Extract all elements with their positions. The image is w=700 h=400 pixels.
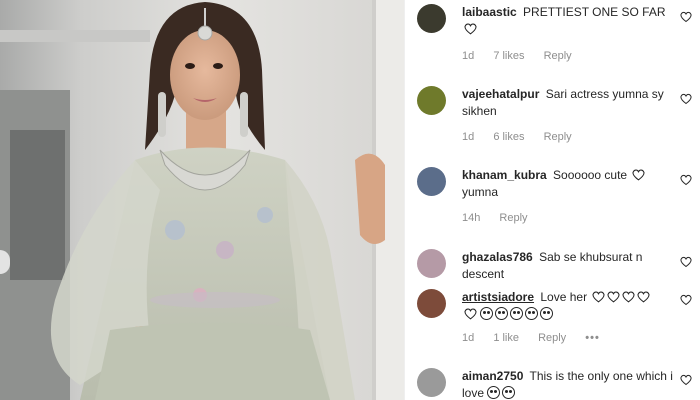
- heart-eyes-emoji-icon: [502, 386, 516, 399]
- like-heart-icon[interactable]: [680, 256, 692, 268]
- post-photo: [0, 0, 404, 400]
- heart-icon: [592, 291, 605, 303]
- comment-time[interactable]: 1d: [462, 332, 474, 344]
- reply-button[interactable]: Reply: [544, 131, 572, 143]
- comment-time[interactable]: 1d: [462, 50, 474, 62]
- comment-likes[interactable]: 6 likes: [493, 131, 524, 143]
- reply-button[interactable]: Reply: [538, 332, 566, 344]
- comment-body: artistsiadore Love her: [462, 289, 674, 323]
- comment-text: Love her: [540, 290, 588, 304]
- comment-username[interactable]: artistsiadore: [462, 290, 534, 304]
- reply-button[interactable]: Reply: [544, 50, 572, 62]
- comment-username[interactable]: aiman2750: [462, 369, 523, 383]
- comment-time[interactable]: 1d: [462, 131, 474, 143]
- heart-icon: [637, 291, 650, 303]
- like-heart-icon[interactable]: [680, 174, 692, 186]
- heart-eyes-emoji-icon: [540, 307, 554, 320]
- heart-eyes-emoji-icon: [487, 386, 501, 399]
- like-heart-icon[interactable]: [680, 11, 692, 23]
- heart-icon: [464, 308, 477, 320]
- reply-button[interactable]: Reply: [499, 212, 527, 224]
- comment-username[interactable]: khanam_kubra: [462, 168, 547, 182]
- comment-meta: 14h Reply: [462, 212, 544, 224]
- heart-eyes-emoji-icon: [495, 307, 509, 320]
- comment-likes[interactable]: 1 like: [493, 332, 519, 344]
- comment-body: ghazalas786 Sab se khubsurat n descent: [462, 249, 674, 283]
- comment-username[interactable]: laibaastic: [462, 5, 517, 19]
- comment-body: laibaastic PRETTIEST ONE SO FAR: [462, 4, 674, 38]
- avatar[interactable]: [417, 289, 446, 318]
- comment-body: vajeehatalpur Sari actress yumna sy sikh…: [462, 86, 674, 120]
- heart-icon: [607, 291, 620, 303]
- comment-text-continued: yumna: [462, 185, 499, 199]
- avatar[interactable]: [417, 86, 446, 115]
- comment-meta: 1d 6 likes Reply: [462, 131, 588, 143]
- comment-body: aiman2750 This is the only one which i l…: [462, 368, 674, 400]
- heart-eyes-emoji-icon: [525, 307, 539, 320]
- comment-meta: 1d 7 likes Reply: [462, 50, 588, 62]
- comment-text: Soooooo cute: [553, 168, 628, 182]
- comment-likes[interactable]: 7 likes: [493, 50, 524, 62]
- comment-body: khanam_kubra Soooooo cute yumna: [462, 167, 674, 201]
- avatar[interactable]: [417, 167, 446, 196]
- comment-username[interactable]: ghazalas786: [462, 250, 533, 264]
- heart-icon: [622, 291, 635, 303]
- avatar[interactable]: [417, 368, 446, 397]
- comment-username[interactable]: vajeehatalpur: [462, 87, 539, 101]
- avatar[interactable]: [417, 249, 446, 278]
- comments-panel[interactable]: laibaastic PRETTIEST ONE SO FAR 1d 7 lik…: [404, 0, 700, 400]
- comment-time[interactable]: 14h: [462, 212, 480, 224]
- comment-text: PRETTIEST ONE SO FAR: [523, 5, 666, 19]
- heart-eyes-emoji-icon: [510, 307, 524, 320]
- like-heart-icon[interactable]: [680, 294, 692, 306]
- portrait-illustration: [0, 0, 404, 400]
- comment-meta: 1d 1 like Reply •••: [462, 332, 616, 344]
- avatar[interactable]: [417, 4, 446, 33]
- like-heart-icon[interactable]: [680, 374, 692, 386]
- like-heart-icon[interactable]: [680, 93, 692, 105]
- heart-eyes-emoji-icon: [480, 307, 494, 320]
- heart-icon: [464, 23, 477, 35]
- heart-icon: [632, 169, 646, 181]
- more-options-icon[interactable]: •••: [585, 332, 600, 344]
